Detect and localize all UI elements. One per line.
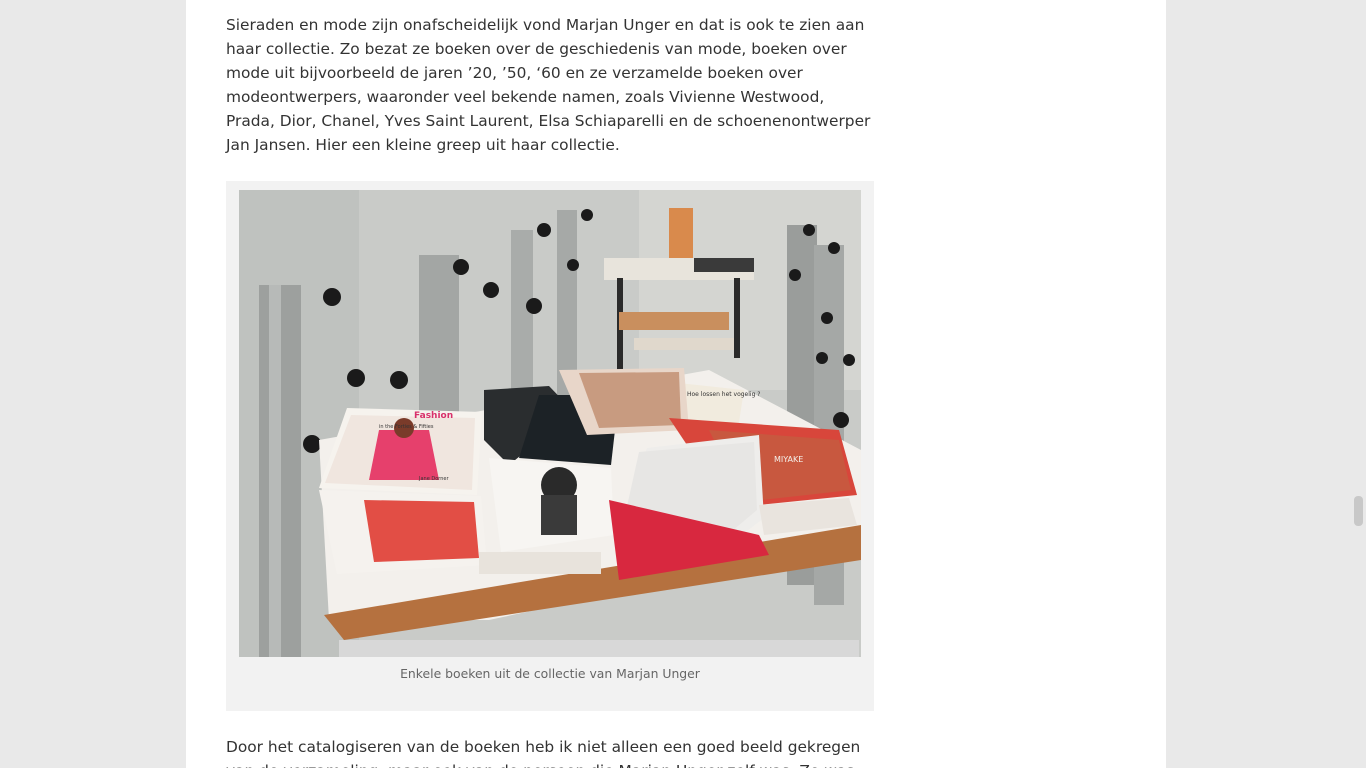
pink-book-subtitle: in the Forties & Fifties [379,424,434,430]
pink-book-brand: Fashion [414,411,453,421]
book-collection-photo: Fashion in the Forties & Fifties Jane Do… [239,190,861,657]
scrollbar-thumb[interactable] [1354,496,1363,526]
page-container: Sieraden en mode zijn onafscheidelijk vo… [186,0,1166,768]
pink-book-author: Jane Dorner [418,476,449,482]
next-paragraph: Door het catalogiseren van de boeken heb… [226,738,861,768]
intro-paragraph: Sieraden en mode zijn onafscheidelijk vo… [226,16,871,154]
book-collection-figure: Fashion in the Forties & Fifties Jane Do… [226,181,874,711]
page-scrollbar[interactable] [1350,0,1366,768]
figure-caption: Enkele boeken uit de collectie van Marja… [400,666,700,681]
red-book-spine: MIYAKE [774,455,803,464]
cream-book-title: Hoe lossen het vogelig ? [687,391,760,398]
